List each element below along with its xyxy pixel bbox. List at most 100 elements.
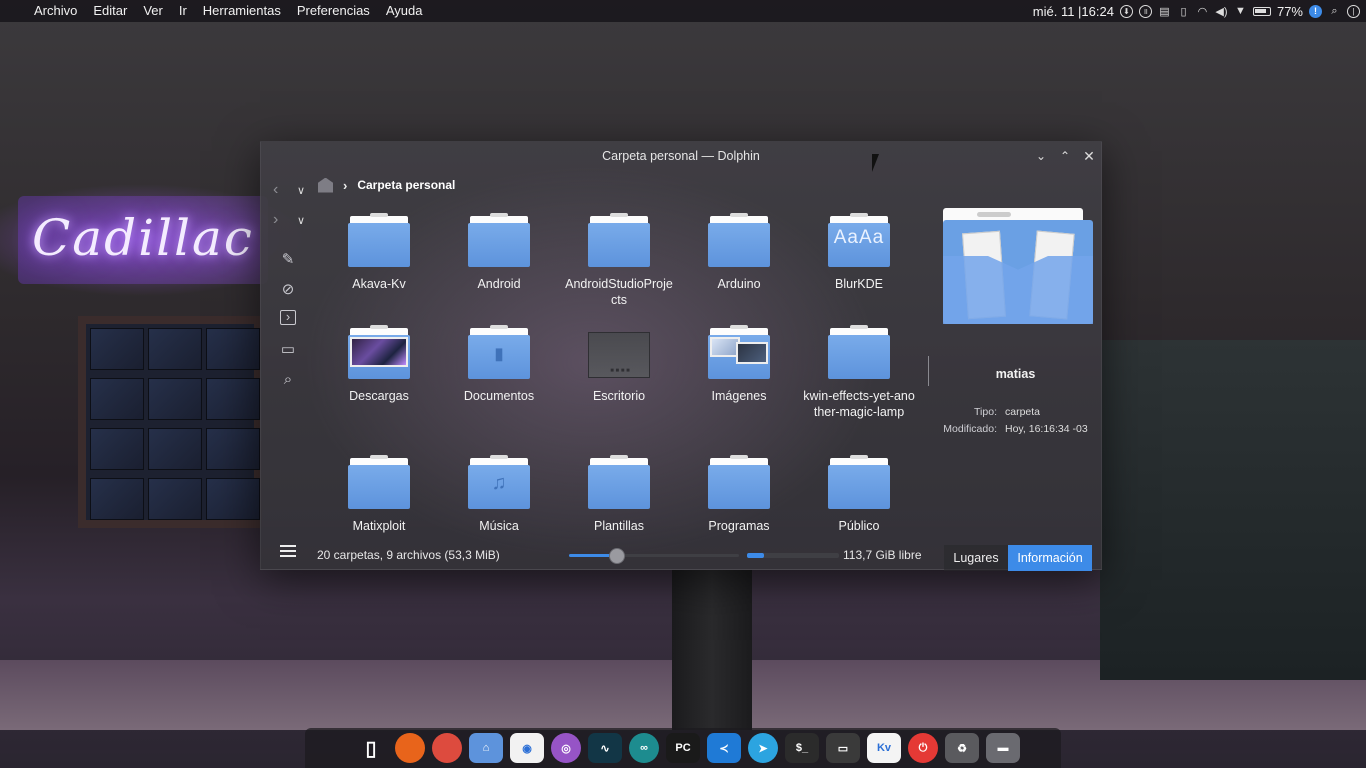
menu-preferencias[interactable]: Preferencias [289,0,378,22]
info-type-value: carpeta [1005,406,1041,418]
desktop-icon[interactable]: ▬ [986,733,1020,763]
forward-icon[interactable]: › [273,212,278,228]
pycharm-icon[interactable]: PC [666,733,700,763]
terminal-icon[interactable]: › [280,310,296,325]
firefox-icon[interactable] [395,733,425,763]
menu-herramientas[interactable]: Herramientas [195,0,289,22]
file-item-label: kwin-effects-yet-another-magic-lamp [803,389,915,419]
settings-toggle-icon[interactable]: ◉ [510,733,544,763]
free-space-text: 113,7 GiB libre [843,548,922,562]
file-item[interactable]: kwin-effects-yet-another-magic-lamp [799,322,919,452]
forward-history-chevron-icon[interactable]: ∨ [297,213,305,229]
screenshot-icon[interactable]: ▭ [826,733,860,763]
maximize-button[interactable]: ⌃ [1057,148,1073,164]
file-item[interactable]: ♫ Música [439,452,559,534]
finder-icon[interactable] [313,733,347,763]
file-item[interactable]: Matixploit [319,452,439,534]
info-modified-row: Modificado: Hoy, 16:16:34 -03 [928,423,1103,435]
back-history-chevron-icon[interactable]: ∨ [297,183,305,199]
info-modified-label: Modificado: [943,423,997,435]
power-icon[interactable]: | [1347,4,1360,18]
desktop-folder-icon [588,328,651,380]
file-item[interactable]: Arduino [679,210,799,322]
power-icon[interactable]: ⏻ [908,733,938,763]
kvantum-icon[interactable]: Kv [867,733,901,763]
home-icon[interactable] [318,177,333,193]
minimize-button[interactable]: ⌄ [1033,148,1049,164]
terminal-icon[interactable]: $_ [785,733,819,763]
background-neon-sign: Cadillac [18,196,268,284]
folder-icon [828,455,890,510]
file-item[interactable]: AndroidStudioProjects [559,210,679,322]
file-item[interactable]: Escritorio [559,322,679,452]
hamburger-menu-icon[interactable] [280,545,296,557]
info-icon[interactable]: ! [1309,4,1322,18]
music-folder-icon: ♫ [468,455,530,510]
status-summary: 20 carpetas, 9 archivos (53,3 MiB) [317,548,500,562]
file-item[interactable]: Público [799,452,919,534]
chrome-icon[interactable] [432,733,462,763]
triangle-down-icon[interactable]: ▼ [1234,5,1247,18]
file-item[interactable]: Descargas [319,322,439,452]
file-item-label: Escritorio [592,389,646,403]
system-monitor-icon[interactable]: ∿ [588,733,622,763]
back-icon[interactable]: ‹ [273,182,278,198]
file-item[interactable]: Akava-Kv [319,210,439,322]
info-modified-value: Hoy, 16:16:34 -03 [1005,423,1088,435]
download-icon[interactable]: ⬇ [1119,4,1133,18]
zoom-slider[interactable] [569,548,739,564]
file-item-label: BlurKDE [835,277,883,291]
menu-ayuda[interactable]: Ayuda [378,0,431,22]
file-item-label: AndroidStudioProjects [565,277,673,307]
clock[interactable]: mié. 11 |16:24 [1033,4,1114,19]
folder-icon [348,213,410,268]
arduino-icon[interactable]: ∞ [629,733,659,763]
breadcrumb-current[interactable]: Carpeta personal [357,178,455,192]
tab-lugares[interactable]: Lugares [944,545,1008,571]
file-item[interactable]: Android [439,210,559,322]
menu-editar[interactable]: Editar [85,0,135,22]
dolphin-icon[interactable]: ⌂ [469,733,503,763]
clipboard-icon[interactable]: ▤ [1158,5,1171,18]
volume-icon[interactable]: ◀) [1215,5,1228,18]
file-item[interactable]: ▮ Documentos [439,322,559,452]
menu-archivo[interactable]: Archivo [26,0,85,22]
file-item[interactable]: Imágenes [679,322,799,452]
battery-small-icon[interactable]: ▯ [1177,5,1190,18]
tab-informacion[interactable]: Información [1008,545,1092,571]
menu-ir[interactable]: Ir [171,0,195,22]
info-type-label: Tipo: [974,406,997,418]
folder-icon [708,455,770,510]
file-item-label: Arduino [717,277,761,291]
search-icon[interactable]: ⌕ [1328,5,1341,18]
window-switcher-icon[interactable]: ▯ [354,733,388,763]
wifi-icon[interactable]: ◠ [1196,5,1209,18]
zoom-slider-knob[interactable] [608,548,625,564]
mouse-cursor [872,154,886,172]
pencil-icon[interactable]: ✎ [278,250,298,270]
file-grid: Akava-Kv Android AndroidStudioProjects Ardu… [319,210,919,535]
file-item[interactable]: Programas [679,452,799,534]
vscode-icon[interactable]: ≺ [707,733,741,763]
file-item[interactable]: Plantillas [559,452,679,534]
file-item-label: Programas [708,519,770,533]
trash-icon[interactable]: ♻ [945,733,979,763]
breadcrumb: › Carpeta personal [318,176,455,194]
chevron-right-icon[interactable]: › [343,178,347,193]
file-item[interactable]: AaAa BlurKDE [799,210,919,322]
folder-icon [708,213,770,268]
telegram-icon[interactable]: ➤ [748,733,778,763]
new-folder-icon[interactable]: ▭ [278,340,298,360]
hidden-files-icon[interactable]: ⊘ [278,280,298,300]
close-button[interactable]: ✕ [1081,148,1097,164]
battery-icon[interactable] [1252,6,1271,16]
file-item-label: Documentos [463,389,535,403]
menu-ver[interactable]: Ver [135,0,171,22]
file-item-label: Música [479,519,519,533]
dock: ▯ ⌂ ◉ ◎ ∿ ∞ PC ≺ ➤ $_ ▭ Kv ⏻ ♻ ▬ [305,728,1061,768]
obs-icon[interactable]: ◎ [551,733,581,763]
file-item-label: Plantillas [593,519,645,533]
search-icon[interactable]: ⌕ [278,370,298,390]
folder-icon: AaAa [828,213,890,268]
pause-icon[interactable]: ॥ [1138,4,1152,18]
